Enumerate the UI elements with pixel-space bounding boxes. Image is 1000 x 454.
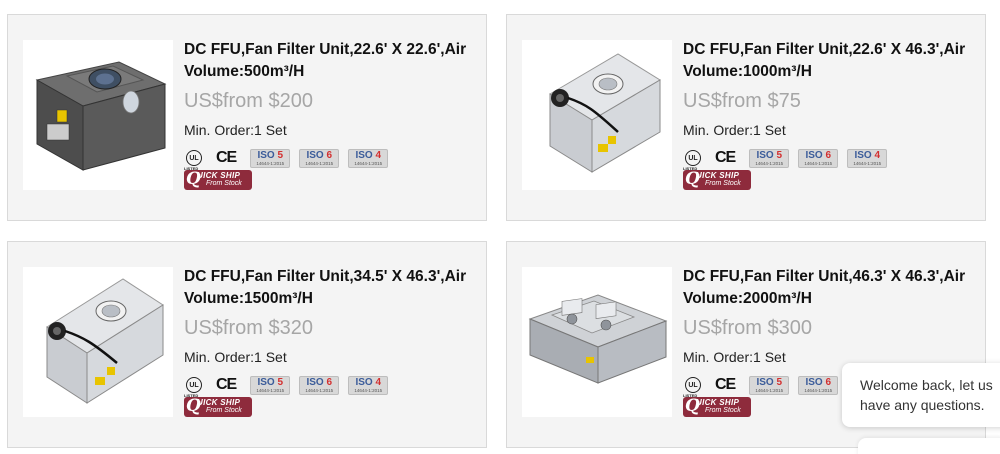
product-info: DC FFU,Fan Filter Unit,22.6' X 22.6',Air… xyxy=(184,39,474,190)
quick-ship-badge: Q UICK SHIP From Stock xyxy=(184,397,252,417)
ce-mark-icon: CE xyxy=(715,149,736,166)
product-image[interactable] xyxy=(522,40,672,190)
product-image[interactable] xyxy=(23,40,173,190)
iso-6-badge: ISO 6 14644-1:2015 xyxy=(299,148,340,168)
product-info: DC FFU,Fan Filter Unit,22.6' X 46.3',Air… xyxy=(683,39,973,190)
ffu-dark-single-fan-image xyxy=(23,40,173,190)
chat-popup[interactable]: Welcome back, let us have any questions. xyxy=(842,363,1000,427)
quick-ship-badge: Q UICK SHIP From Stock xyxy=(683,397,751,417)
ffu-white-single-fan-image xyxy=(23,267,173,417)
product-price: US$from $300 xyxy=(683,317,812,339)
iso-4-badge: ISO 4 14644-1:2015 xyxy=(847,148,888,168)
product-title[interactable]: DC FFU,Fan Filter Unit,22.6' X 46.3',Air… xyxy=(683,39,973,83)
certification-badges: UL LISTED CE ISO 5 14644-1:2015 ISO 6 14644… xyxy=(683,148,973,171)
product-image[interactable] xyxy=(23,267,173,417)
product-card[interactable]: DC FFU,Fan Filter Unit,34.5' X 46.3',Air… xyxy=(7,241,487,448)
ce-mark-icon: CE xyxy=(715,376,736,393)
iso-5-badge: ISO 5 14644-1:2015 xyxy=(749,375,790,395)
iso-4-badge: ISO 4 14644-1:2015 xyxy=(348,375,389,395)
quick-ship-badge: Q UICK SHIP From Stock xyxy=(683,170,751,190)
product-card[interactable]: DC FFU,Fan Filter Unit,22.6' X 46.3',Air… xyxy=(506,14,986,221)
product-price: US$from $75 xyxy=(683,90,801,112)
chat-message: Welcome back, let us have any questions. xyxy=(860,377,993,413)
iso-6-badge: ISO 6 14644-1:2015 xyxy=(299,375,340,395)
ul-listed-icon: UL LISTED xyxy=(683,377,701,398)
ce-mark-icon: CE xyxy=(216,149,237,166)
product-info: DC FFU,Fan Filter Unit,34.5' X 46.3',Air… xyxy=(184,266,474,417)
iso-5-badge: ISO 5 14644-1:2015 xyxy=(749,148,790,168)
product-price: US$from $200 xyxy=(184,90,313,112)
min-order: Min. Order:1 Set xyxy=(184,122,287,138)
product-title[interactable]: DC FFU,Fan Filter Unit,22.6' X 22.6',Air… xyxy=(184,39,474,83)
iso-5-badge: ISO 5 14644-1:2015 xyxy=(250,375,291,395)
iso-6-badge: ISO 6 14644-1:2015 xyxy=(798,148,839,168)
ce-mark-icon: CE xyxy=(216,376,237,393)
ul-listed-icon: UL LISTED xyxy=(184,150,202,171)
certification-badges: UL LISTED CE ISO 5 14644-1:2015 ISO 6 14644… xyxy=(184,375,474,398)
iso-5-badge: ISO 5 14644-1:2015 xyxy=(250,148,291,168)
ul-listed-icon: UL LISTED xyxy=(184,377,202,398)
product-image[interactable] xyxy=(522,267,672,417)
iso-4-badge: ISO 4 14644-1:2015 xyxy=(348,148,389,168)
product-card[interactable]: DC FFU,Fan Filter Unit,22.6' X 22.6',Air… xyxy=(7,14,487,221)
ffu-double-fan-image xyxy=(522,267,672,417)
product-title[interactable]: DC FFU,Fan Filter Unit,34.5' X 46.3',Air… xyxy=(184,266,474,310)
quick-ship-badge: Q UICK SHIP From Stock xyxy=(184,170,252,190)
min-order: Min. Order:1 Set xyxy=(184,349,287,365)
chat-input-panel[interactable] xyxy=(858,438,1000,454)
ffu-white-single-fan-image xyxy=(522,40,672,190)
min-order: Min. Order:1 Set xyxy=(683,122,786,138)
iso-6-badge: ISO 6 14644-1:2015 xyxy=(798,375,839,395)
ul-listed-icon: UL LISTED xyxy=(683,150,701,171)
product-price: US$from $320 xyxy=(184,317,313,339)
product-title[interactable]: DC FFU,Fan Filter Unit,46.3' X 46.3',Air… xyxy=(683,266,973,310)
certification-badges: UL LISTED CE ISO 5 14644-1:2015 ISO 6 14644… xyxy=(184,148,474,171)
